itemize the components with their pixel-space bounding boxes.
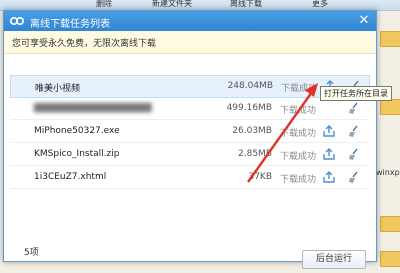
annotation-arrow — [247, 83, 318, 183]
tooltip-open-directory: 打开任务所在目录 — [320, 86, 392, 101]
